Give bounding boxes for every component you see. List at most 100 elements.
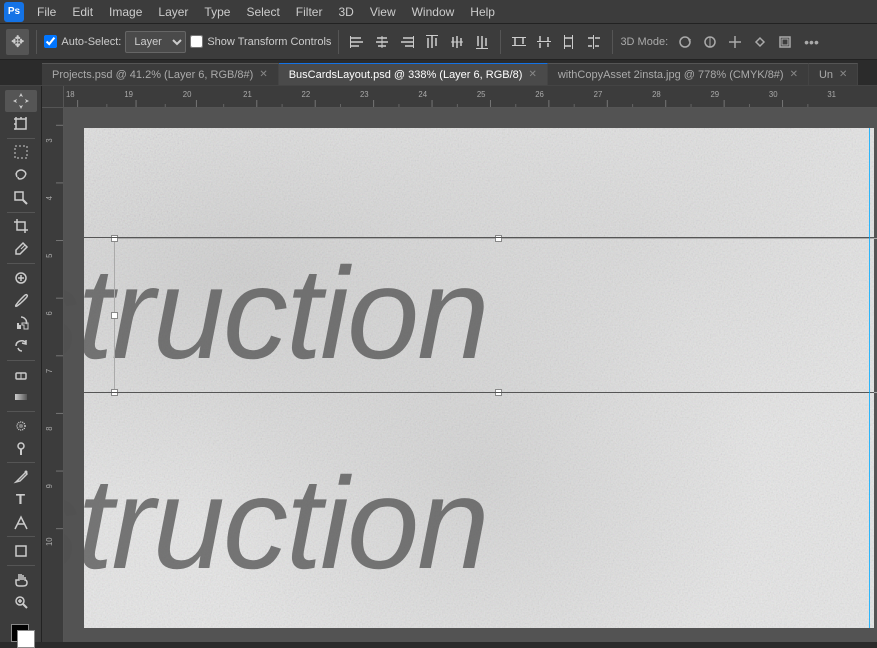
svg-text:20: 20 [183,90,192,99]
separator4 [612,30,613,54]
main-area: T [0,86,877,642]
3d-slide-icon[interactable] [749,31,771,53]
menu-window[interactable]: Window [405,3,462,21]
tab-buscards[interactable]: BusCardsLayout.psd @ 338% (Layer 6, RGB/… [279,63,548,85]
tab-unnamed[interactable]: Un ✕ [809,63,858,85]
tool-separator1 [7,138,35,139]
tool-eyedropper[interactable] [5,238,37,260]
menubar: Ps File Edit Image Layer Type Select Fil… [0,0,877,24]
canvas-content[interactable]: nstruction nstruction [64,108,877,642]
tab-projects[interactable]: Projects.psd @ 41.2% (Layer 6, RGB/8#) ✕ [42,63,279,85]
tool-path-select[interactable] [5,512,37,534]
tool-artboard[interactable] [5,113,37,135]
svg-text:4: 4 [45,195,54,200]
tool-lasso[interactable] [5,164,37,186]
tool-crop[interactable] [5,215,37,237]
tool-clone[interactable] [5,312,37,334]
ruler-horizontal: 18 19 20 21 22 23 24 25 26 27 28 29 30 3… [64,86,877,108]
svg-text:28: 28 [652,90,661,99]
3d-roll-icon[interactable] [699,31,721,53]
distribute-top-icon[interactable] [508,31,530,53]
tool-hand[interactable] [5,569,37,591]
more-options-icon[interactable]: ••• [804,34,819,50]
document-canvas[interactable]: nstruction nstruction [84,128,874,628]
tool-blur[interactable] [5,415,37,437]
guide-horizontal-1 [84,237,874,238]
tool-shape[interactable] [5,540,37,562]
menu-3d[interactable]: 3D [331,3,360,21]
svg-text:10: 10 [45,537,54,546]
3d-rotate-icon[interactable] [674,31,696,53]
auto-select-checkbox[interactable] [44,35,57,48]
auto-select-dropdown[interactable]: Layer Group [125,31,186,53]
align-center-icon[interactable] [371,31,393,53]
tool-separator8 [7,565,35,566]
menu-filter[interactable]: Filter [289,3,330,21]
menu-file[interactable]: File [30,3,63,21]
menu-layer[interactable]: Layer [151,3,195,21]
tab-close-projects[interactable]: ✕ [259,69,267,80]
tab-close-unnamed[interactable]: ✕ [839,69,847,80]
distribute-h-icon[interactable] [583,31,605,53]
show-transform-text: Show Transform Controls [207,36,331,48]
menu-view[interactable]: View [363,3,403,21]
tool-healing[interactable] [5,267,37,289]
move-tool-btn[interactable]: ✥ [6,29,29,55]
menu-type[interactable]: Type [197,3,237,21]
show-transform-label[interactable]: Show Transform Controls [190,35,331,48]
separator1 [36,30,37,54]
tool-eraser[interactable] [5,364,37,386]
svg-text:9: 9 [45,484,54,488]
show-transform-checkbox[interactable] [190,35,203,48]
tool-zoom[interactable] [5,592,37,614]
auto-select-text: Auto-Select: [61,36,121,48]
tool-type[interactable]: T [5,489,37,511]
svg-text:29: 29 [711,90,720,99]
3d-pan-icon[interactable] [724,31,746,53]
svg-text:24: 24 [418,90,427,99]
tool-separator7 [7,536,35,537]
tool-brush[interactable] [5,289,37,311]
canvas-area[interactable]: 18 19 20 21 22 23 24 25 26 27 28 29 30 3… [42,86,877,642]
svg-text:23: 23 [360,90,369,99]
menu-select[interactable]: Select [239,3,286,21]
svg-text:26: 26 [535,90,544,99]
svg-text:3: 3 [45,138,54,143]
svg-text:8: 8 [45,426,54,431]
tab-label: BusCardsLayout.psd @ 338% (Layer 6, RGB/… [289,69,523,81]
distribute-left-icon[interactable] [558,31,580,53]
menu-help[interactable]: Help [463,3,502,21]
svg-text:21: 21 [243,90,252,99]
svg-text:5: 5 [45,253,54,258]
tab-close-buscards[interactable]: ✕ [528,69,536,80]
align-top-icon[interactable] [421,31,443,53]
background-color[interactable] [17,630,35,648]
tool-dodge[interactable] [5,438,37,460]
3d-scale-icon[interactable] [774,31,796,53]
menu-edit[interactable]: Edit [65,3,100,21]
tool-history-brush[interactable] [5,335,37,357]
tool-marquee[interactable] [5,141,37,163]
align-bottom-icon[interactable] [471,31,493,53]
tool-move[interactable] [5,90,37,112]
auto-select-label[interactable]: Auto-Select: [44,35,121,48]
move-icon: ✥ [11,32,24,52]
tool-gradient[interactable] [5,386,37,408]
color-picker[interactable] [7,620,35,642]
3d-mode-label: 3D Mode: [620,36,668,48]
align-icons [346,31,493,53]
distribute-v-icon[interactable] [533,31,555,53]
tab-label: Projects.psd @ 41.2% (Layer 6, RGB/8#) [52,69,253,81]
align-left-icon[interactable] [346,31,368,53]
options-toolbar: ✥ Auto-Select: Layer Group Show Transfor… [0,24,877,60]
tab-withcopyasset[interactable]: withCopyAsset 2insta.jpg @ 778% (CMYK/8#… [548,63,809,85]
tool-pen[interactable] [5,466,37,488]
tab-close-withcopyasset[interactable]: ✕ [790,69,798,80]
tool-object-select[interactable] [5,187,37,209]
3d-mode-icons [674,31,796,53]
tool-separator4 [7,360,35,361]
tool-separator6 [7,462,35,463]
align-middle-icon[interactable] [446,31,468,53]
menu-image[interactable]: Image [102,3,149,21]
align-right-icon[interactable] [396,31,418,53]
